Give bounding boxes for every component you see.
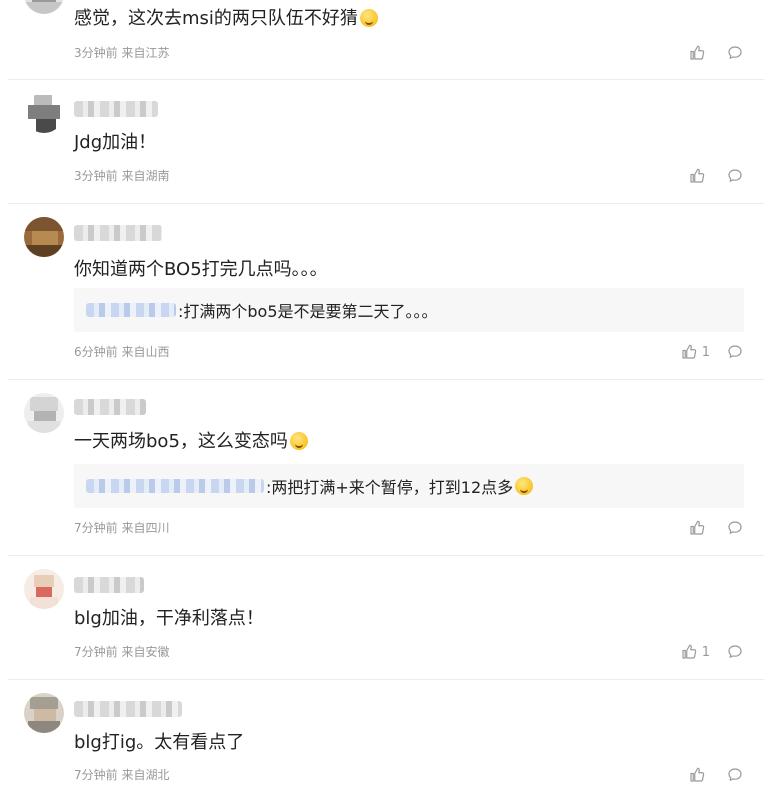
comment-meta: 7分钟前 来自安徽 [74, 645, 170, 659]
reply-quote[interactable]: :打满两个bo5是不是要第二天了。。。 [74, 288, 744, 332]
username[interactable] [74, 701, 182, 717]
thumbs-up-icon [688, 44, 706, 62]
like-button[interactable] [688, 167, 710, 185]
like-button[interactable] [688, 519, 710, 537]
reply-text: :打满两个bo5是不是要第二天了。。。 [178, 302, 438, 321]
comment-item: blg打ig。太有看点了 7分钟前 来自湖北 [8, 679, 764, 791]
username[interactable] [74, 577, 144, 593]
thumbs-up-icon [688, 519, 706, 537]
thumbs-up-icon [680, 343, 698, 361]
username[interactable] [74, 399, 146, 415]
comment-meta: 3分钟前 来自江苏 [74, 46, 170, 60]
laughing-tears-face-icon [289, 432, 308, 450]
comment-text: blg加油，干净利落点！ [74, 608, 264, 629]
comment-bubble-icon[interactable] [726, 167, 744, 185]
comment-item: Jdg加油！ 3分钟前 来自湖南 [8, 79, 764, 204]
comment-bubble-icon[interactable] [726, 343, 744, 361]
reply-username[interactable] [86, 303, 176, 317]
like-button[interactable]: 1 [680, 343, 710, 361]
comment-text: 一天两场bo5，这么变态吗 [74, 430, 308, 454]
comment-bubble-icon[interactable] [726, 44, 744, 62]
comment-item: 你知道两个BO5打完几点吗。。。 :打满两个bo5是不是要第二天了。。。 6分钟… [8, 203, 764, 380]
thumbs-up-icon [680, 643, 698, 661]
avatar[interactable] [24, 217, 64, 257]
comment-list: 感觉，这次去msi的两只队伍不好猜 3分钟前 来自江苏 Jdg加油！ 3分钟前 … [8, 0, 764, 791]
avatar[interactable] [24, 393, 64, 433]
reply-quote[interactable]: :两把打满+来个暂停，打到12点多 [74, 464, 744, 508]
avatar[interactable] [24, 93, 64, 133]
like-button[interactable]: 1 [680, 643, 710, 661]
reply-text: :两把打满+来个暂停，打到12点多 [266, 478, 514, 497]
username[interactable] [74, 101, 158, 117]
avatar[interactable] [24, 569, 64, 609]
comment-text: 你知道两个BO5打完几点吗。。。 [74, 259, 328, 280]
comment-item: 一天两场bo5，这么变态吗 :两把打满+来个暂停，打到12点多 7分钟前 来自四… [8, 379, 764, 556]
squint-face-icon [359, 9, 378, 27]
comment-meta: 7分钟前 来自湖北 [74, 768, 170, 782]
thumbs-up-icon [688, 167, 706, 185]
avatar[interactable] [24, 693, 64, 733]
laughing-tears-face-icon [515, 477, 534, 495]
comment-meta: 6分钟前 来自山西 [74, 345, 170, 359]
thumbs-up-icon [688, 766, 706, 784]
like-count: 1 [701, 344, 710, 360]
like-button[interactable] [688, 44, 710, 62]
like-button[interactable] [688, 766, 710, 784]
username[interactable] [74, 225, 162, 241]
comment-item: 感觉，这次去msi的两只队伍不好猜 3分钟前 来自江苏 [8, 0, 764, 80]
avatar[interactable] [24, 0, 64, 14]
comment-text: blg打ig。太有看点了 [74, 732, 245, 753]
comment-text: 感觉，这次去msi的两只队伍不好猜 [74, 7, 378, 31]
comment-bubble-icon[interactable] [726, 766, 744, 784]
comment-bubble-icon[interactable] [726, 643, 744, 661]
comment-meta: 7分钟前 来自四川 [74, 521, 170, 535]
like-count: 1 [701, 644, 710, 660]
comment-text: Jdg加油！ [74, 132, 157, 153]
comment-item: blg加油，干净利落点！ 7分钟前 来自安徽 1 [8, 555, 764, 680]
comment-meta: 3分钟前 来自湖南 [74, 169, 170, 183]
comment-bubble-icon[interactable] [726, 519, 744, 537]
reply-username[interactable] [86, 479, 264, 493]
